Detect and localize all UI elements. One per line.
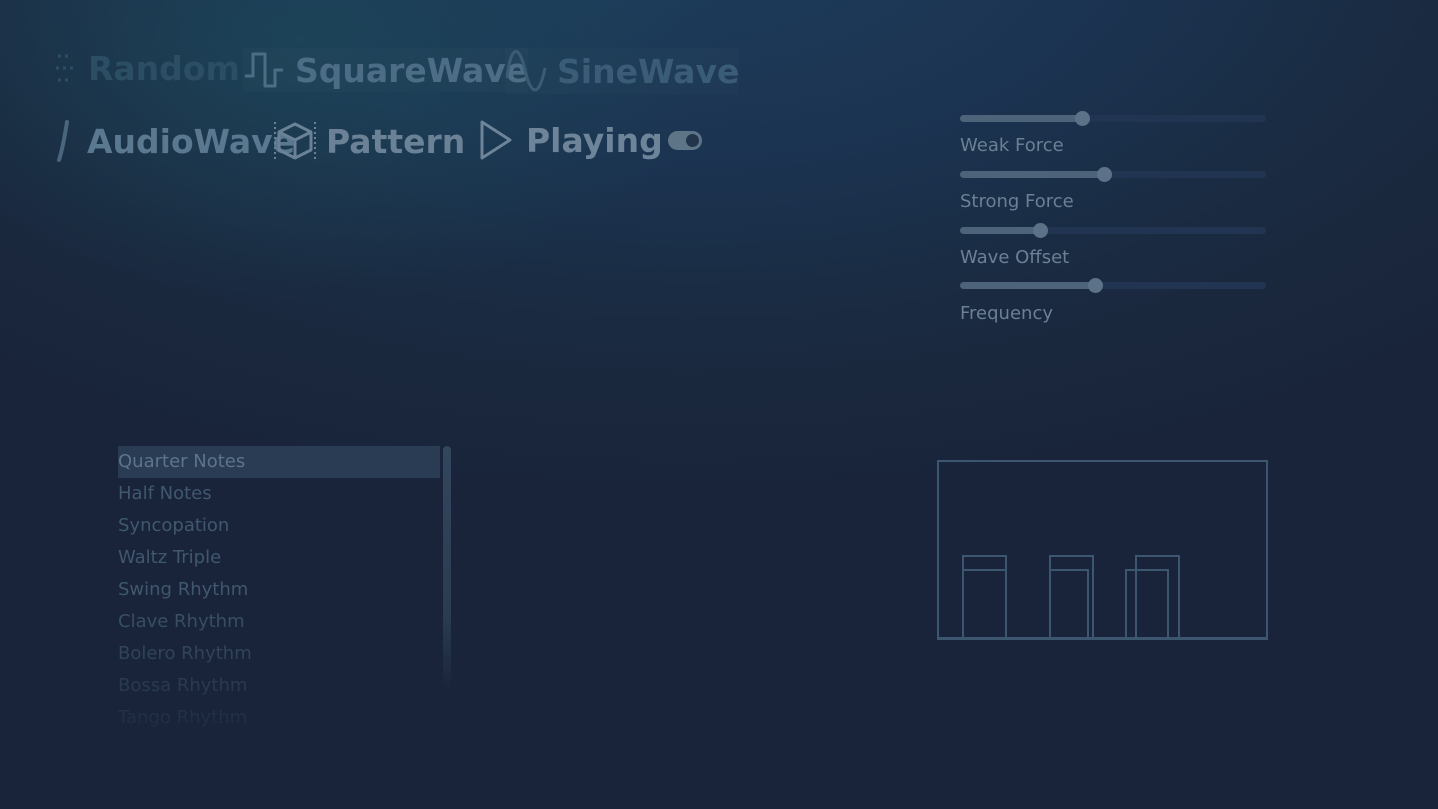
playing-toggle[interactable] [668,131,702,150]
pattern-list-item[interactable]: Swing Rhythm [118,574,440,606]
pattern-list-item[interactable]: Syncopation [118,510,440,542]
frequency-label: Frequency [960,303,1053,324]
audiowave-label: AudioWave [87,121,296,161]
pattern-list-item[interactable]: Half Notes [118,478,440,510]
slider-fill [960,227,1040,234]
pattern-label: Pattern [326,121,466,161]
playing-label: Playing [526,120,663,160]
random-label: Random [88,48,240,88]
audiowave-mode-button[interactable]: AudioWave [47,118,295,164]
strong-force-label: Strong Force [960,191,1074,212]
playing-button[interactable]: Playing [476,118,663,162]
weak-force-slider[interactable] [960,167,1266,182]
pattern-list-item[interactable]: Bolero Rhythm [118,638,440,670]
strong-force-slider[interactable] [960,223,1266,238]
slider-fill [960,171,1104,178]
cube-icon [274,118,316,164]
play-icon [476,118,516,162]
wave-offset-slider[interactable] [960,278,1266,293]
pattern-list-scrollbar[interactable] [443,446,451,690]
slider-fill [960,115,1083,122]
pattern-list-item[interactable]: Tango Rhythm [118,702,440,734]
sinewave-label: SineWave [557,51,740,91]
pattern-list-item[interactable]: Bossa Rhythm [118,670,440,702]
slider-thumb[interactable] [1075,111,1091,126]
pattern-list: Quarter Notes Half Notes Syncopation Waltz … [118,446,440,736]
slider-top[interactable] [960,111,1266,126]
random-mode-button[interactable]: Random [52,48,240,88]
toggle-knob [686,134,699,147]
squarewave-label: SquareWave [295,50,529,90]
slider-fill [960,282,1095,289]
audio-wave-icon [47,118,77,164]
pattern-list-item[interactable]: Clave Rhythm [118,606,440,638]
slider-thumb[interactable] [1096,167,1112,182]
pattern-mode-button[interactable]: Pattern [274,118,465,164]
pattern-preview [937,460,1269,646]
weak-force-label: Weak Force [960,135,1064,156]
pattern-list-item[interactable]: Quarter Notes [118,446,440,478]
squarewave-mode-button[interactable]: SquareWave [243,48,528,92]
pattern-list-item[interactable]: Waltz Triple [118,542,440,574]
random-icon [52,48,78,88]
sine-wave-icon [505,48,547,94]
slider-thumb[interactable] [1087,278,1103,293]
square-wave-icon [243,48,285,92]
wave-offset-label: Wave Offset [960,247,1070,268]
sinewave-mode-button[interactable]: SineWave [505,48,739,94]
slider-thumb[interactable] [1032,223,1048,238]
